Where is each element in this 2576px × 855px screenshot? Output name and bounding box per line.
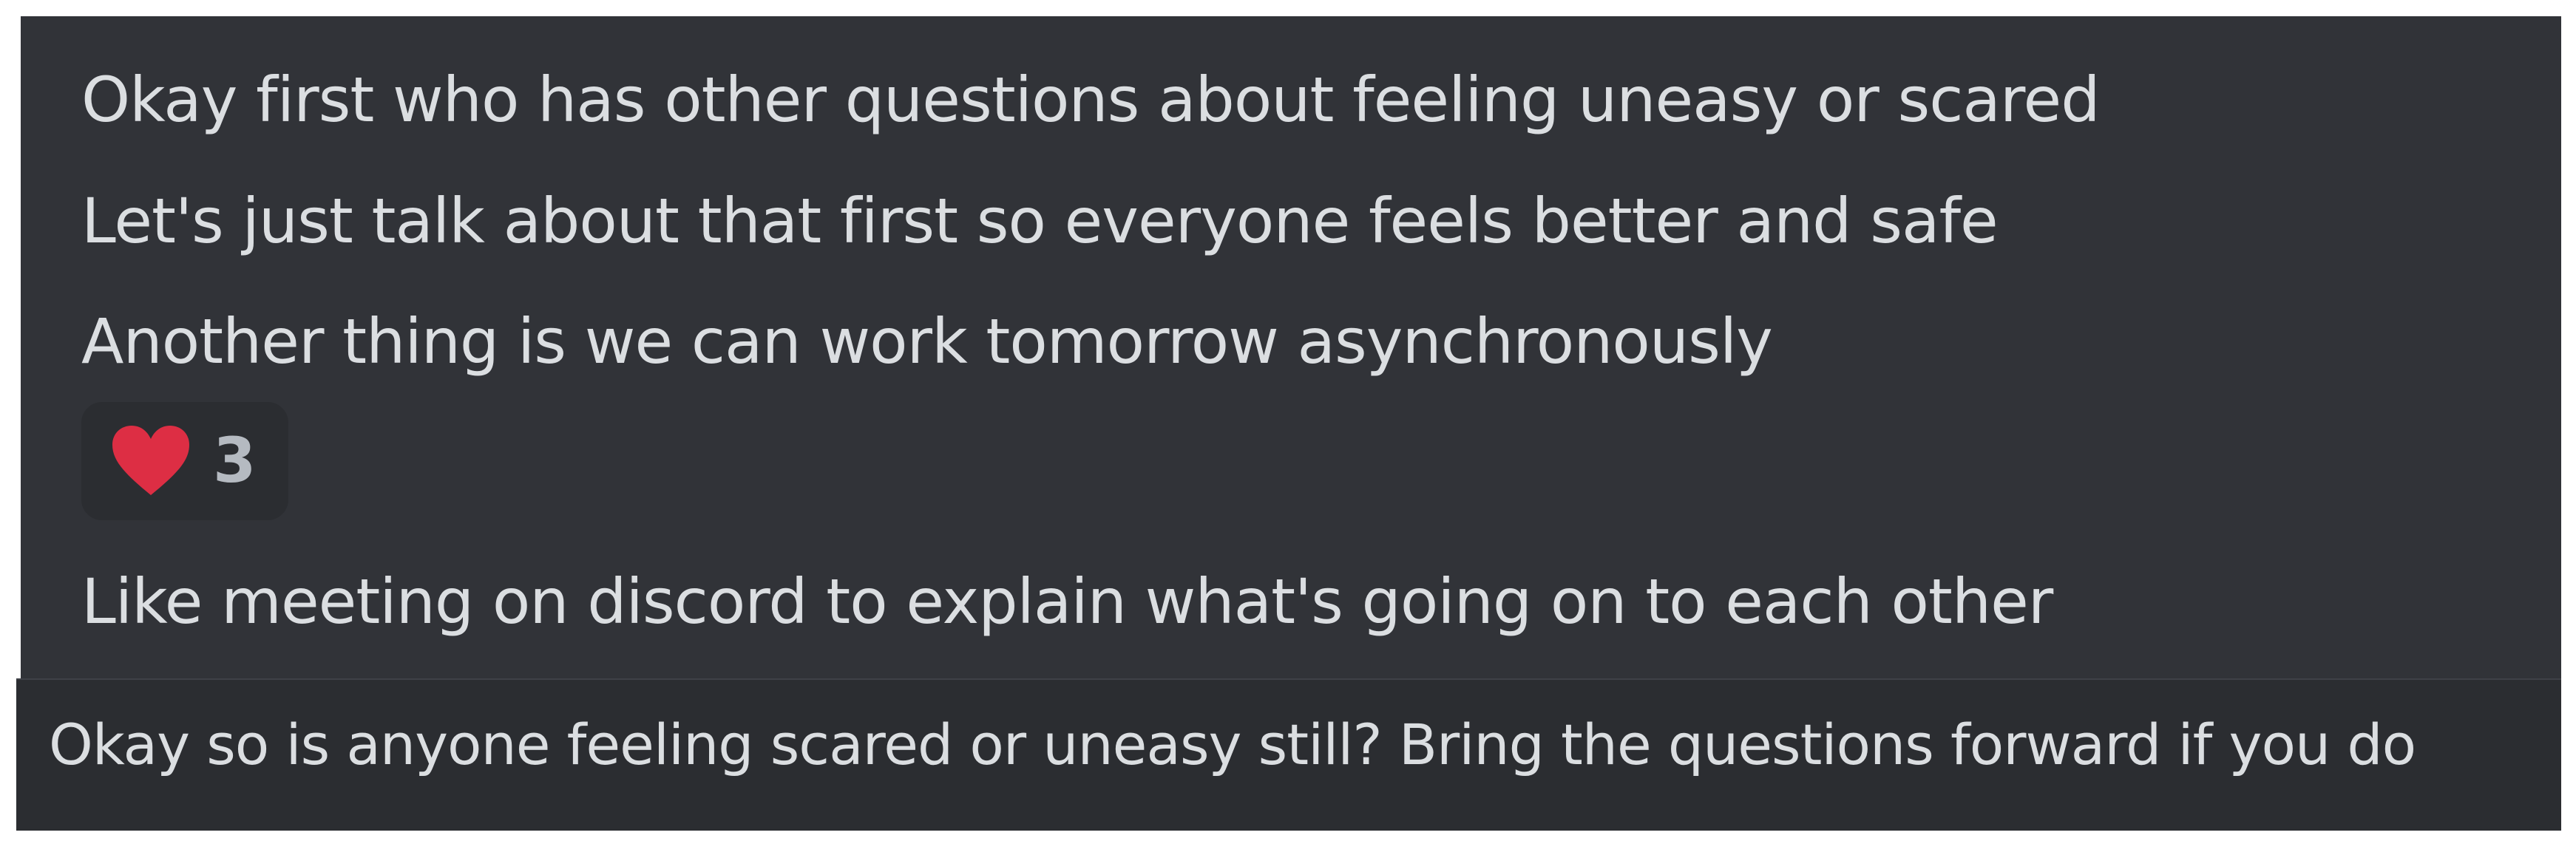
message-text: Okay first who has other questions about…	[81, 64, 2101, 136]
message-composer[interactable]: Okay so is anyone feeling scared or unea…	[16, 678, 2561, 831]
composer-text[interactable]: Okay so is anyone feeling scared or unea…	[49, 708, 2416, 782]
message-text: Let's just talk about that first so ever…	[81, 185, 1999, 257]
heart-icon	[112, 426, 189, 495]
message-text: Another thing is we can work tomorrow as…	[81, 305, 1773, 378]
heart-reaction-button[interactable]: 3	[81, 402, 288, 520]
reaction-count: 3	[213, 424, 257, 497]
message-text: Like meeting on discord to explain what'…	[81, 565, 2053, 638]
message-list: Okay first who has other questions about…	[21, 16, 2561, 678]
